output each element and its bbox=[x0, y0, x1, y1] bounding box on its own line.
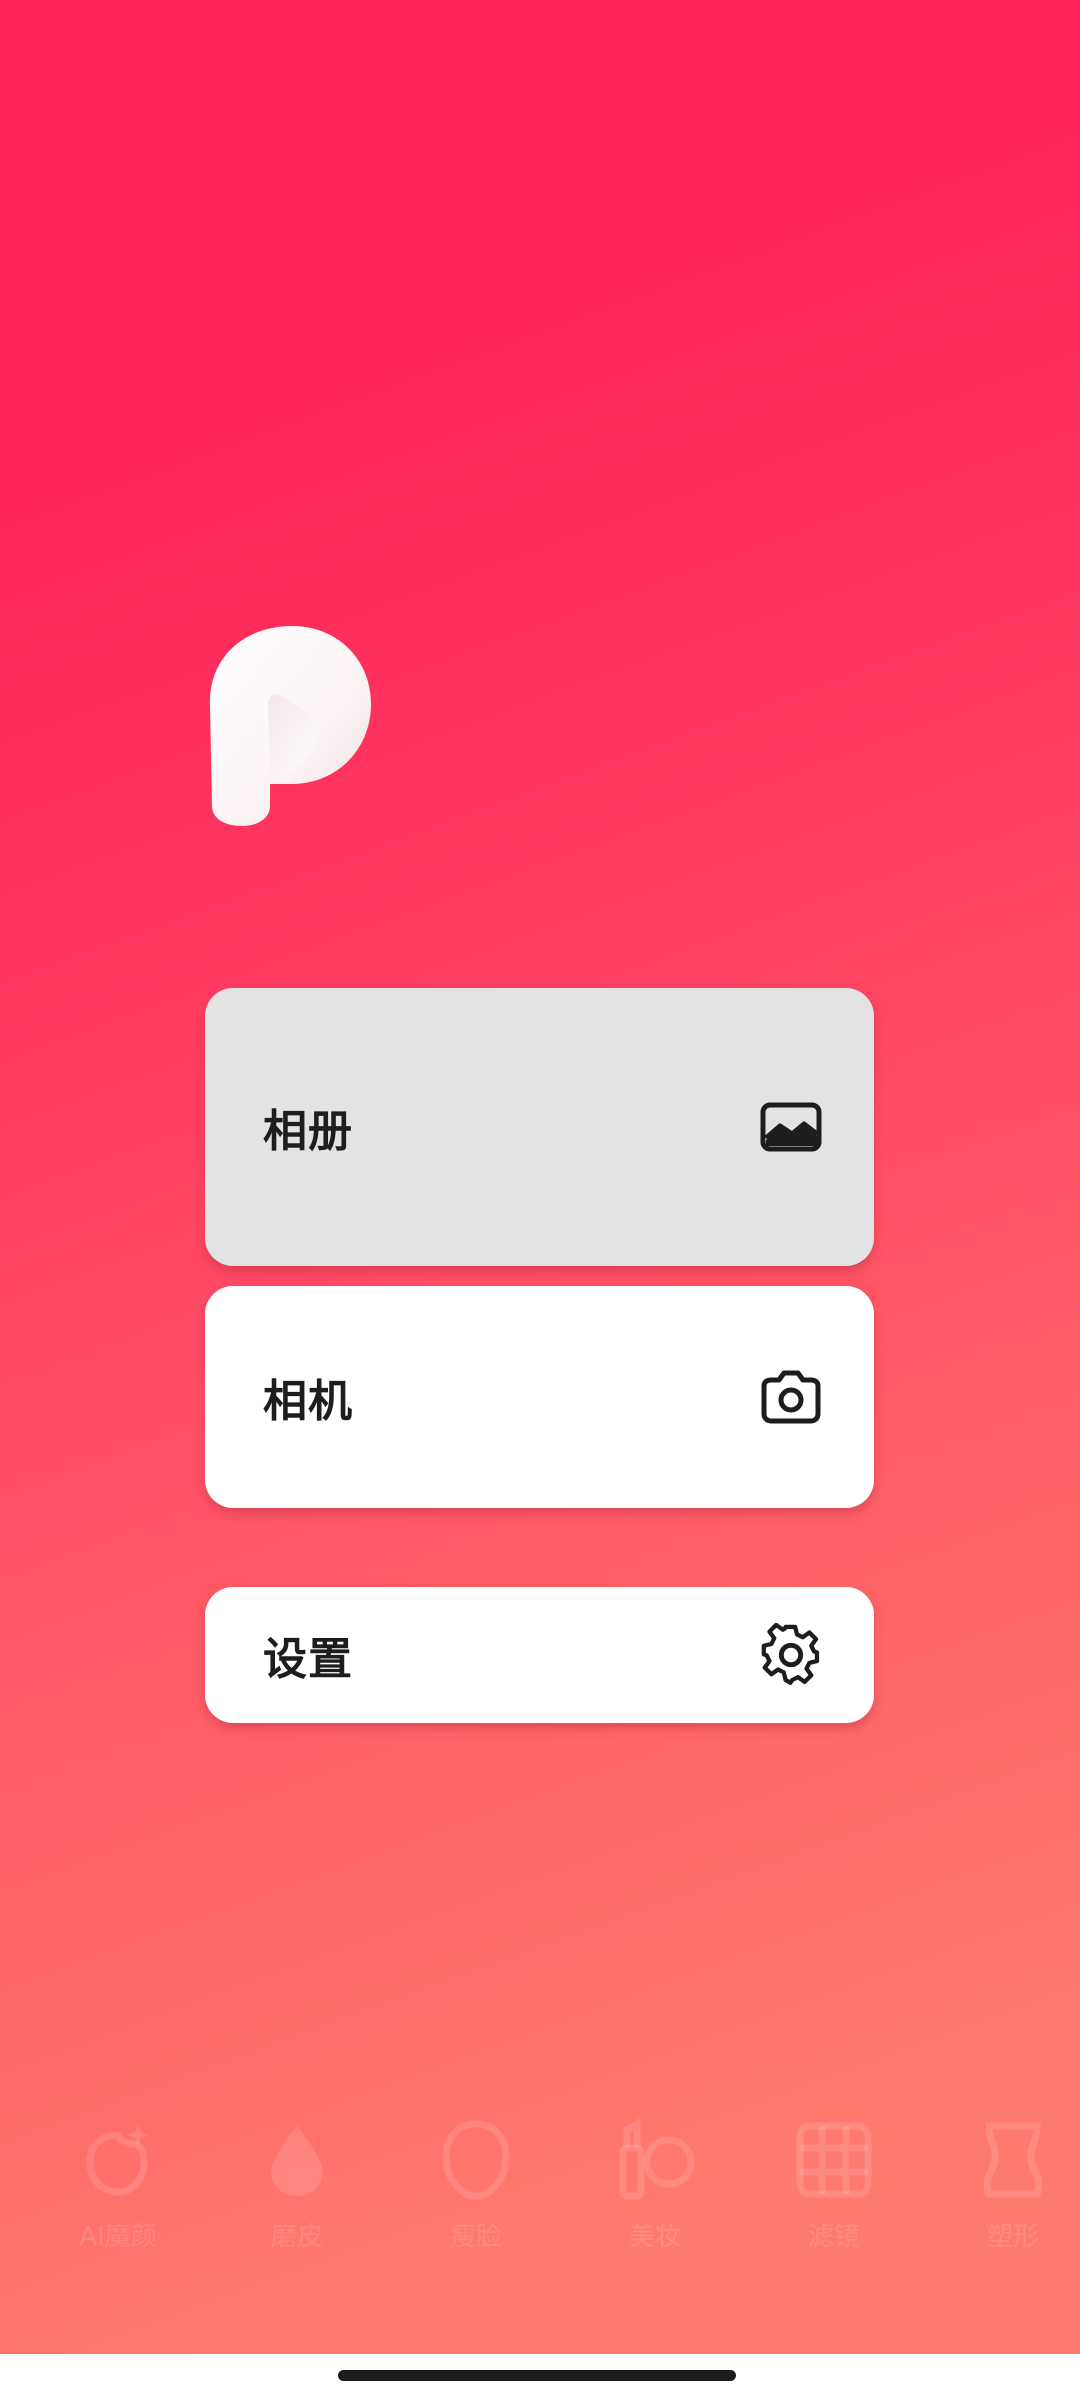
lipstick-icon bbox=[619, 2118, 695, 2200]
tool-label: 塑形 bbox=[986, 2222, 1039, 2252]
gesture-bar-area bbox=[0, 2354, 1080, 2400]
home-indicator[interactable] bbox=[338, 2370, 736, 2381]
settings-button[interactable]: 设置 bbox=[205, 1587, 874, 1723]
tool-body[interactable]: 塑形 bbox=[938, 2118, 1080, 2253]
camera-label: 相机 bbox=[263, 1376, 353, 1427]
face-sparkle-icon bbox=[86, 2124, 149, 2196]
tool-makeup[interactable]: 美妆 bbox=[580, 2118, 730, 2253]
tool-label: 磨皮 bbox=[270, 2222, 323, 2252]
tool-filter[interactable]: 滤镜 bbox=[759, 2118, 909, 2253]
tool-label: AI魔颜 bbox=[79, 2222, 157, 2252]
tool-label: 滤镜 bbox=[807, 2222, 860, 2252]
album-label: 相册 bbox=[263, 1106, 353, 1157]
home-screen: 相册 相机 设置 AI魔颜 磨皮 瘦脸 美妆 滤镜 塑形 bbox=[0, 0, 1080, 2400]
grid-icon bbox=[796, 2122, 872, 2198]
tool-slim-face[interactable]: 瘦脸 bbox=[401, 2118, 551, 2253]
album-button[interactable]: 相册 bbox=[205, 988, 874, 1266]
tool-ai-face[interactable]: AI魔颜 bbox=[43, 2118, 193, 2253]
camera-button[interactable]: 相机 bbox=[205, 1286, 874, 1508]
settings-label: 设置 bbox=[263, 1634, 353, 1685]
app-logo bbox=[209, 626, 371, 826]
gear-icon bbox=[760, 1623, 822, 1686]
tool-row: AI魔颜 磨皮 瘦脸 美妆 滤镜 塑形 bbox=[0, 2118, 1080, 2278]
face-outline-icon bbox=[442, 2120, 510, 2200]
drop-icon bbox=[271, 2126, 323, 2196]
image-icon bbox=[760, 1096, 822, 1158]
tool-smooth[interactable]: 磨皮 bbox=[222, 2118, 372, 2253]
body-icon bbox=[983, 2122, 1043, 2198]
tool-label: 瘦脸 bbox=[449, 2222, 502, 2252]
camera-icon bbox=[760, 1366, 822, 1428]
tool-label: 美妆 bbox=[628, 2222, 681, 2252]
